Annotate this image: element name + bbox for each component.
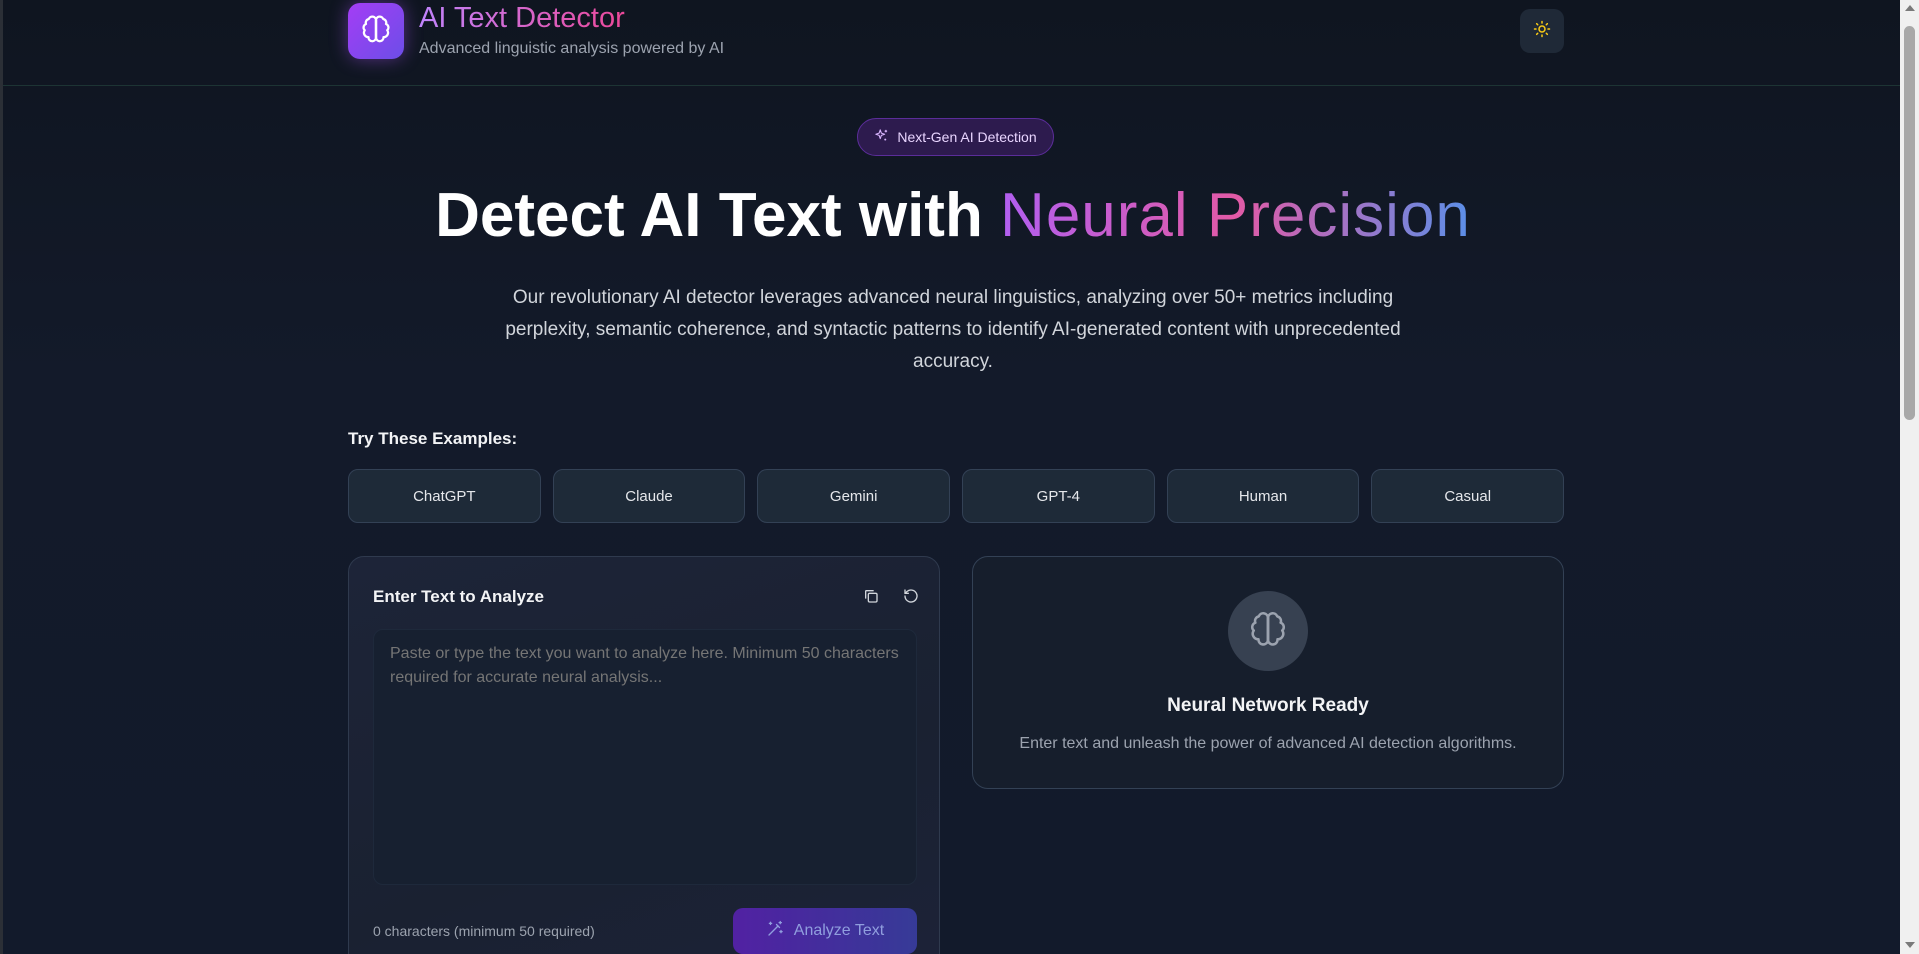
- vertical-scrollbar[interactable]: [1900, 0, 1919, 954]
- brain-icon: [361, 14, 391, 49]
- copy-icon: [863, 588, 879, 609]
- status-title: Neural Network Ready: [1167, 695, 1369, 716]
- app-title: AI Text Detector: [419, 2, 625, 34]
- status-description: Enter text and unleash the power of adva…: [1019, 735, 1517, 752]
- text-input[interactable]: [373, 629, 917, 885]
- status-card: Neural Network Ready Enter text and unle…: [972, 556, 1564, 789]
- app-logo: [348, 3, 404, 59]
- sun-icon: [1533, 20, 1551, 43]
- example-button-casual[interactable]: Casual: [1371, 469, 1565, 523]
- scroll-up-arrow-icon[interactable]: [1905, 5, 1915, 11]
- status-icon-circle: [1228, 591, 1308, 671]
- hero-title: Detect AI Text with Neural Precision: [3, 180, 1900, 251]
- input-card: Enter Text to Analyze 0 characters (mini…: [348, 556, 940, 954]
- copy-button[interactable]: [860, 587, 882, 609]
- example-button-chatgpt[interactable]: ChatGPT: [348, 469, 541, 523]
- reset-icon: [903, 588, 919, 609]
- hero-title-gradient: Neural Precision: [1000, 181, 1471, 250]
- hero-title-plain: Detect AI Text with: [435, 181, 1001, 250]
- example-button-gpt4[interactable]: GPT-4: [962, 469, 1155, 523]
- hero-description: Our revolutionary AI detector leverages …: [505, 287, 1401, 372]
- example-button-gemini[interactable]: Gemini: [757, 469, 951, 523]
- examples-label: Try These Examples:: [348, 429, 518, 448]
- magic-wand-icon: [766, 920, 784, 943]
- character-count: 0 characters (minimum 50 required): [373, 923, 595, 939]
- feature-badge: Next-Gen AI Detection: [857, 118, 1054, 156]
- brain-icon: [1249, 610, 1287, 653]
- app-window: AI Text Detector Advanced linguistic ana…: [0, 0, 1900, 954]
- app-subtitle: Advanced linguistic analysis powered by …: [419, 40, 725, 57]
- input-card-title: Enter Text to Analyze: [373, 587, 544, 606]
- header: AI Text Detector Advanced linguistic ana…: [3, 0, 1900, 86]
- analyze-button[interactable]: Analyze Text: [733, 908, 917, 954]
- scroll-down-arrow-icon[interactable]: [1905, 942, 1915, 948]
- example-button-human[interactable]: Human: [1166, 469, 1360, 523]
- examples-row: ChatGPT Claude Gemini GPT-4 Human Casual: [348, 469, 1565, 523]
- example-button-claude[interactable]: Claude: [552, 469, 746, 523]
- theme-toggle-button[interactable]: [1520, 9, 1564, 53]
- scrollbar-thumb[interactable]: [1904, 26, 1915, 420]
- badge-label: Next-Gen AI Detection: [897, 129, 1037, 145]
- analyze-button-label: Analyze Text: [793, 922, 885, 939]
- reset-button[interactable]: [900, 587, 922, 609]
- sparkles-icon: [874, 128, 889, 146]
